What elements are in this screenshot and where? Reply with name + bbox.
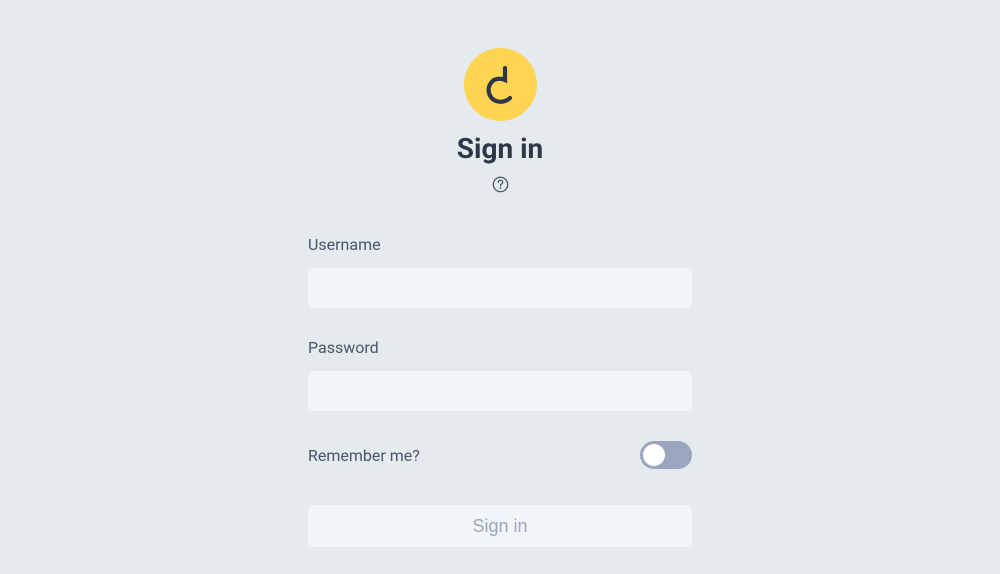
remember-row: Remember me?: [308, 441, 692, 469]
password-input[interactable]: [308, 371, 692, 411]
password-label: Password: [308, 338, 692, 357]
username-label: Username: [308, 235, 692, 254]
remember-label: Remember me?: [308, 446, 420, 465]
remember-toggle[interactable]: [640, 441, 692, 469]
brand-logo: [464, 48, 537, 121]
username-input[interactable]: [308, 268, 692, 308]
toggle-knob: [643, 444, 665, 466]
page-title: Sign in: [457, 132, 543, 165]
signin-form: Username Password Remember me? Sign in: [308, 235, 692, 547]
signin-button[interactable]: Sign in: [308, 505, 692, 547]
logo-b-icon: [485, 66, 515, 104]
help-icon[interactable]: [492, 176, 509, 193]
